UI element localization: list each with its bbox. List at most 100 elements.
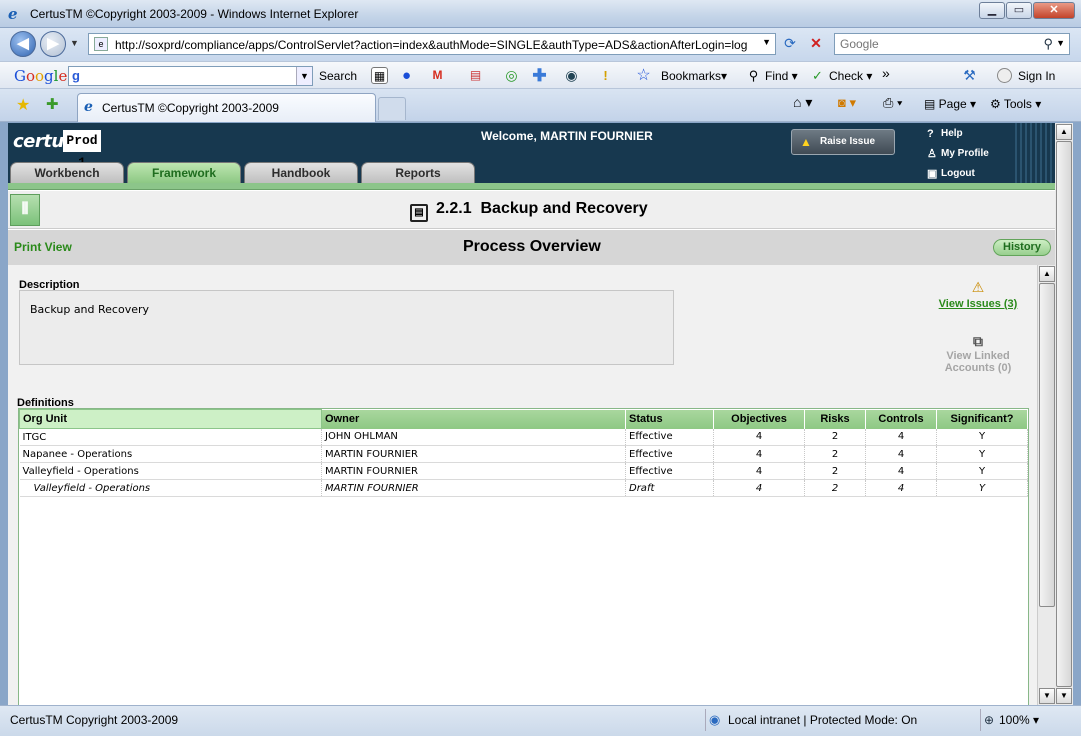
zone-label: Local intranet | Protected Mode: On <box>728 713 918 727</box>
tools-menu-label: Tools <box>1003 97 1032 111</box>
sidebar-toggle-button[interactable]: ⦀ <box>10 194 40 226</box>
address-url[interactable]: http://soxprd/compliance/apps/ControlSer… <box>115 38 755 52</box>
find-menu[interactable]: Find ▾ <box>765 69 798 83</box>
google-field-dropdown-icon[interactable]: ▼ <box>296 67 312 85</box>
page-menu[interactable]: ▤ Page ▾ <box>924 97 976 111</box>
cell-org-unit[interactable]: Napanee - Operations <box>19 445 322 463</box>
page-scroll-up-icon[interactable]: ▲ <box>1056 124 1072 140</box>
raise-issue-button[interactable]: ▲ Raise Issue <box>791 129 895 155</box>
home-icon[interactable]: ⌂ ▾ <box>793 94 812 111</box>
col-owner[interactable]: Owner <box>321 409 626 429</box>
gmail-icon[interactable]: M <box>429 67 446 84</box>
cell-controls: 4 <box>865 445 937 463</box>
add-favorites-icon[interactable]: ✚ <box>46 95 59 113</box>
scroll-thumb[interactable] <box>1039 283 1055 607</box>
find-icon[interactable]: ⚲ <box>745 67 762 84</box>
globe-icon[interactable]: ● <box>398 67 415 84</box>
tab-workbench[interactable]: Workbench <box>10 162 124 183</box>
search-input[interactable] <box>840 37 1035 51</box>
col-objectives[interactable]: Objectives <box>713 409 805 429</box>
page-scroll-thumb[interactable] <box>1056 141 1072 687</box>
view-linked-accounts: ⧉ View Linked Accounts (0) <box>932 334 1024 374</box>
google-search-button[interactable]: Search <box>319 69 357 83</box>
intranet-globe-icon: ◉ <box>709 712 721 727</box>
help-icon: ? <box>927 128 934 140</box>
col-significant[interactable]: Significant? <box>936 409 1028 429</box>
view-issues[interactable]: ⚠ View Issues (3) <box>932 279 1024 310</box>
logout-icon: ▣ <box>927 168 938 180</box>
page-icon: e <box>94 37 108 51</box>
cell-org-unit[interactable]: Valleyfield - Operations <box>19 462 322 480</box>
ie-logo-icon: e <box>8 5 18 23</box>
col-org-unit[interactable]: Org Unit <box>19 409 322 429</box>
earth-icon[interactable]: ◉ <box>563 67 580 84</box>
col-risks[interactable]: Risks <box>804 409 866 429</box>
browser-tab[interactable]: e CertusTM ©Copyright 2003-2009 <box>77 93 376 122</box>
maximize-button[interactable]: ▭ <box>1006 2 1032 19</box>
scroll-down-icon[interactable]: ▼ <box>1039 688 1055 704</box>
history-dropdown[interactable]: ▼ <box>70 38 79 48</box>
cell-org-unit[interactable]: Valleyfield - Operations <box>19 479 322 497</box>
table-row[interactable]: Napanee - Operations MARTIN FOURNIER Eff… <box>19 445 1028 463</box>
security-zone[interactable]: ◉ Local intranet | Protected Mode: On <box>705 709 977 731</box>
tab-handbook[interactable]: Handbook <box>244 162 358 183</box>
sign-in-button[interactable]: Sign In <box>1018 69 1055 83</box>
toolbar-more-button[interactable]: » <box>882 65 890 81</box>
close-button[interactable]: ✕ <box>1033 2 1075 19</box>
tools-menu[interactable]: ⚙ Tools ▾ <box>990 97 1041 111</box>
forward-button[interactable]: ▶ <box>40 31 66 57</box>
table-row[interactable]: ITGC JOHN OHLMAN Effective 4 2 4 Y <box>19 428 1028 446</box>
stop-icon[interactable]: ✕ <box>806 35 826 53</box>
page-scrollbar[interactable]: ▲ ▼ <box>1055 123 1073 705</box>
spellcheck-icon[interactable]: ✓ <box>809 67 826 84</box>
search-box[interactable]: ⚲ ▼ <box>834 33 1070 55</box>
cell-significant: Y <box>936 479 1028 497</box>
check-menu[interactable]: Check ▾ <box>829 69 872 83</box>
tab-ie-icon: e <box>84 99 93 115</box>
calendar-icon[interactable]: ▤ <box>467 67 484 84</box>
tab-framework[interactable]: Framework <box>127 162 241 183</box>
table-row[interactable]: Valleyfield - Operations MARTIN FOURNIER… <box>19 479 1028 497</box>
content-scrollbar[interactable]: ▲ ▼ <box>1037 265 1055 705</box>
my-profile-link[interactable]: ♙ My Profile <box>927 147 989 167</box>
window-controls: ▁ ▭ ✕ <box>979 2 1075 19</box>
favorites-star-icon[interactable]: ★ <box>16 95 30 115</box>
back-button[interactable]: ◀ <box>10 31 36 57</box>
photos-icon[interactable]: ◎ <box>503 67 520 84</box>
cell-objectives: 4 <box>713 445 805 463</box>
tab-reports[interactable]: Reports <box>361 162 475 183</box>
history-button[interactable]: History <box>993 239 1051 256</box>
view-issues-link[interactable]: View Issues (3) <box>939 298 1018 310</box>
popup-blocker-icon[interactable]: ! <box>597 67 614 84</box>
bookmarks-menu[interactable]: Bookmarks▾ <box>661 69 727 83</box>
minimize-button[interactable]: ▁ <box>979 2 1005 19</box>
address-dropdown-icon[interactable]: ▼ <box>762 37 771 47</box>
col-controls[interactable]: Controls <box>865 409 937 429</box>
cell-org-unit[interactable]: ITGC <box>19 428 322 446</box>
signin-icon <box>997 68 1012 83</box>
plus-icon[interactable]: ✚ <box>531 67 548 84</box>
page-scroll-down-icon[interactable]: ▼ <box>1056 688 1072 704</box>
search-dropdown-icon[interactable]: ▼ <box>1056 38 1065 48</box>
scroll-up-icon[interactable]: ▲ <box>1039 266 1055 282</box>
refresh-icon[interactable]: ⟳ <box>780 35 800 53</box>
bookmark-star-icon[interactable]: ☆ <box>635 67 652 84</box>
print-icon[interactable]: ⎙ ▾ <box>883 95 902 111</box>
print-view-link[interactable]: Print View <box>14 240 72 254</box>
process-icon: ▤ <box>410 204 428 222</box>
google-search-field[interactable]: g ▼ <box>68 66 313 86</box>
feeds-icon[interactable]: ◙ ▾ <box>838 95 856 111</box>
table-row[interactable]: Valleyfield - Operations MARTIN FOURNIER… <box>19 462 1028 480</box>
overview-content: Description Backup and Recovery ⚠ View I… <box>8 265 1037 705</box>
status-message: CertusTM Copyright 2003-2009 <box>10 713 179 727</box>
col-status[interactable]: Status <box>625 409 714 429</box>
search-icon[interactable]: ⚲ <box>1043 36 1053 52</box>
address-row: ◀ ▶ ▼ e http://soxprd/compliance/apps/Co… <box>0 28 1081 61</box>
address-bar[interactable]: e http://soxprd/compliance/apps/ControlS… <box>88 33 776 55</box>
wrench-icon[interactable]: ⚒ <box>961 67 978 84</box>
raise-issue-label: Raise Issue <box>820 136 876 147</box>
new-tab-button[interactable] <box>378 97 406 120</box>
news-icon[interactable]: ▦ <box>371 67 388 84</box>
help-link[interactable]: ? Help <box>927 127 989 147</box>
zoom-control[interactable]: ⊕ 100% ▾ <box>980 709 1075 731</box>
